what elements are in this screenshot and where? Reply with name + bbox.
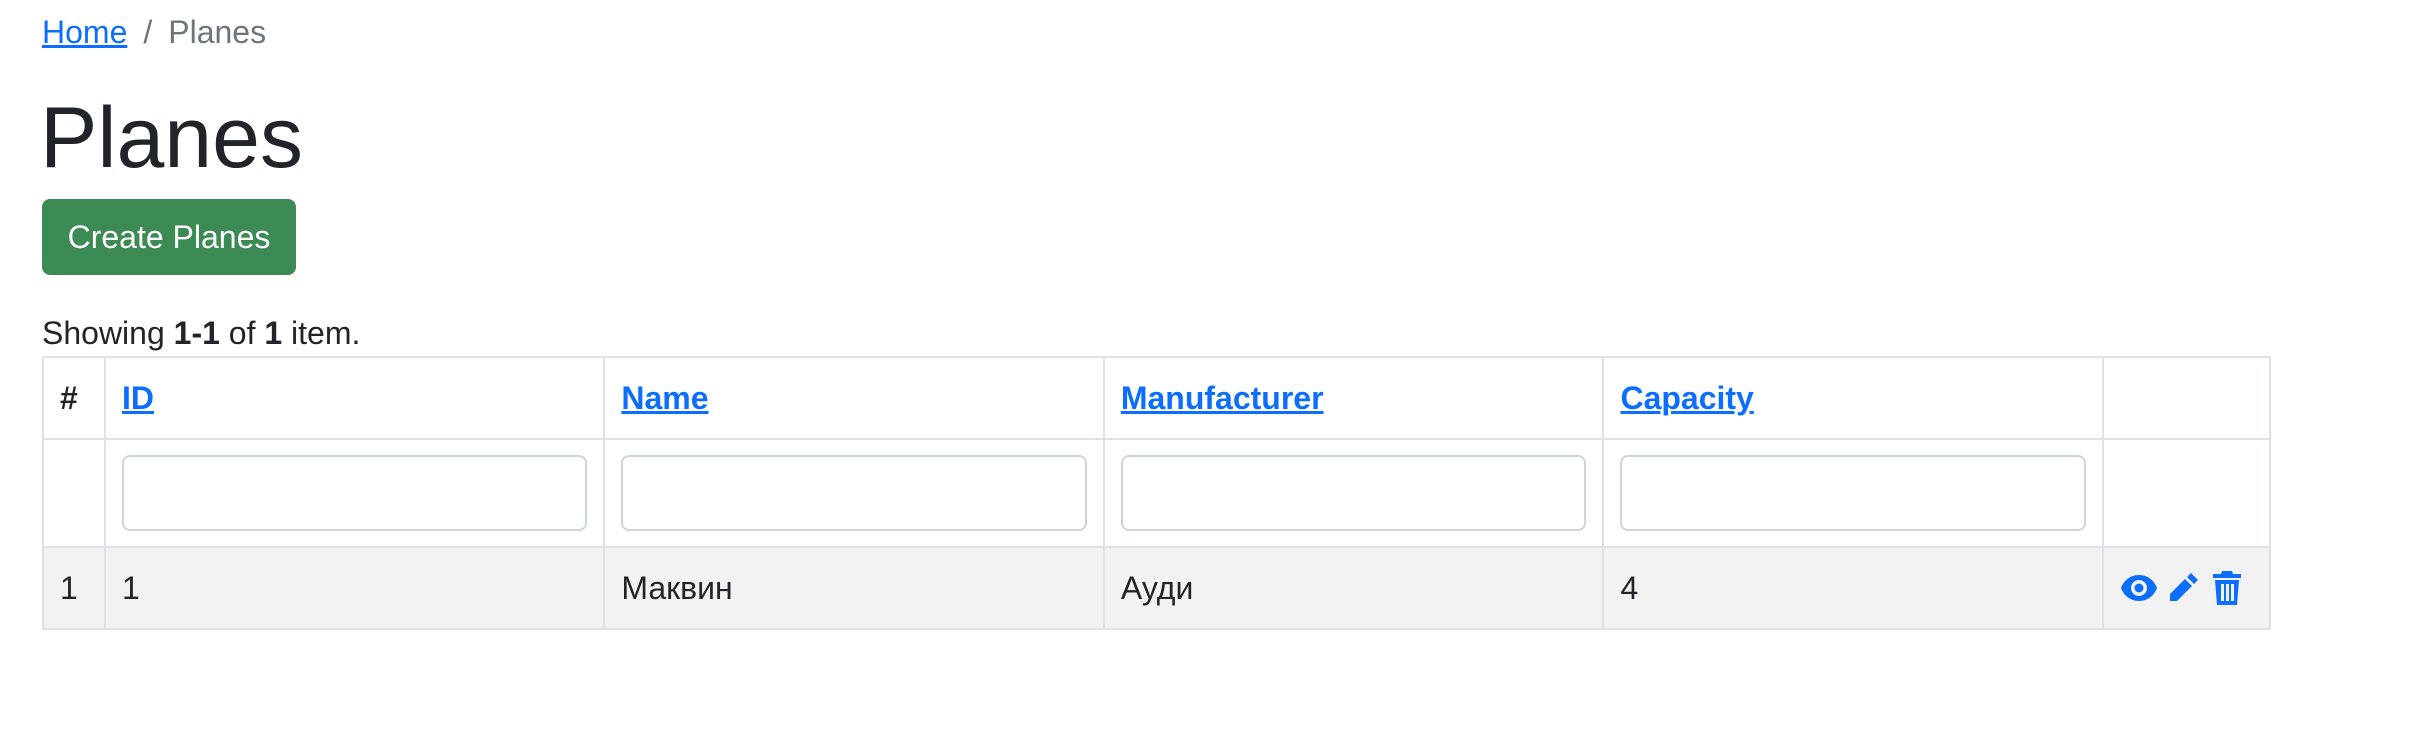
table-header-row: # ID Name Manufacturer Capacity bbox=[42, 356, 2272, 440]
filter-id-input[interactable] bbox=[121, 455, 588, 531]
breadcrumb-current: Planes bbox=[168, 14, 267, 50]
filter-manufacturer-input[interactable] bbox=[1120, 455, 1587, 531]
cell-capacity: 4 bbox=[1602, 546, 2104, 630]
cell-actions bbox=[2101, 546, 2272, 630]
summary-range: 1-1 bbox=[173, 315, 220, 351]
breadcrumb-home-link[interactable]: Home bbox=[42, 12, 127, 52]
create-planes-button[interactable]: Create Planes bbox=[42, 199, 296, 275]
filter-cell-id bbox=[103, 438, 606, 548]
summary-of: of bbox=[219, 315, 265, 351]
cell-id: 1 bbox=[103, 546, 606, 630]
sort-name-link[interactable]: Name bbox=[621, 380, 708, 416]
eye-icon[interactable] bbox=[2120, 569, 2158, 607]
summary-text: Showing 1-1 of 1 item. bbox=[42, 312, 360, 354]
cell-name: Маквин bbox=[603, 546, 1105, 630]
header-name: Name bbox=[603, 356, 1105, 440]
page: Home / Planes Planes Create Planes Showi… bbox=[0, 0, 2428, 730]
sort-capacity-link[interactable]: Capacity bbox=[1620, 380, 1753, 416]
filter-cell-serial bbox=[42, 438, 106, 548]
filter-cell-capacity bbox=[1602, 438, 2104, 548]
filter-cell-manufacturer bbox=[1102, 438, 1605, 548]
header-id: ID bbox=[103, 356, 606, 440]
summary-total: 1 bbox=[264, 315, 283, 351]
planes-table: # ID Name Manufacturer Capacity 1 1 Макв… bbox=[42, 356, 2272, 630]
filter-cell-actions bbox=[2101, 438, 2272, 548]
table-row: 1 1 Маквин Ауди 4 bbox=[42, 546, 2272, 630]
trash-icon[interactable] bbox=[2208, 569, 2246, 607]
header-capacity: Capacity bbox=[1602, 356, 2104, 440]
pencil-icon[interactable] bbox=[2164, 569, 2202, 607]
summary-suffix: item. bbox=[282, 315, 361, 351]
header-manufacturer: Manufacturer bbox=[1102, 356, 1605, 440]
filter-name-input[interactable] bbox=[621, 455, 1087, 531]
breadcrumb: Home / Planes bbox=[42, 12, 266, 52]
filter-cell-name bbox=[603, 438, 1105, 548]
sort-id-link[interactable]: ID bbox=[122, 380, 154, 416]
header-actions bbox=[2101, 356, 2272, 440]
row-actions bbox=[2120, 569, 2253, 607]
filter-row bbox=[42, 438, 2272, 548]
page-title: Planes bbox=[40, 90, 303, 186]
sort-manufacturer-link[interactable]: Manufacturer bbox=[1121, 380, 1324, 416]
breadcrumb-separator: / bbox=[143, 14, 153, 50]
filter-capacity-input[interactable] bbox=[1620, 455, 2086, 531]
header-serial: # bbox=[42, 356, 106, 440]
summary-prefix: Showing bbox=[42, 315, 174, 351]
cell-manufacturer: Ауди bbox=[1102, 546, 1605, 630]
cell-serial: 1 bbox=[42, 546, 106, 630]
